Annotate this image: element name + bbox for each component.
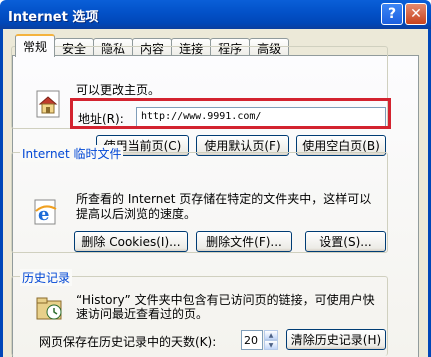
highlight-box	[70, 98, 391, 129]
temp-description-2: 提高以后浏览的速度。	[76, 207, 197, 221]
history-days-label: 网页保存在历史记录中的天数(K):	[39, 335, 217, 349]
ie-file-icon: e	[34, 199, 57, 225]
delete-cookies-button[interactable]: 删除 Cookies(I)...	[74, 231, 188, 252]
days-input[interactable]: 20	[241, 330, 263, 350]
history-group-title: 历史记录	[20, 269, 73, 286]
temp-group-title: Internet 临时文件	[20, 145, 124, 162]
history-description-2: 速访问最近查看过的页。	[76, 307, 209, 321]
settings-button[interactable]: 设置(S)...	[305, 231, 386, 252]
title-bar: Internet 选项 ? ✕	[0, 0, 431, 29]
spin-down-icon[interactable]: ▼	[264, 340, 278, 350]
clear-history-button[interactable]: 清除历史记录(H)	[286, 329, 386, 350]
home-description: 可以更改主页。	[76, 83, 161, 97]
spin-up-icon[interactable]: ▲	[264, 330, 278, 340]
days-spinner[interactable]: ▲ ▼	[264, 330, 278, 350]
window-title: Internet 选项	[8, 10, 99, 25]
question-icon: ?	[387, 6, 397, 22]
history-icon	[36, 297, 62, 320]
tab-general[interactable]: 常规	[15, 34, 56, 57]
house-icon	[36, 90, 60, 118]
delete-files-button[interactable]: 删除文件(F)...	[196, 231, 292, 252]
close-icon: ✕	[410, 6, 422, 22]
help-button[interactable]: ?	[381, 3, 403, 25]
close-button[interactable]: ✕	[405, 3, 427, 25]
